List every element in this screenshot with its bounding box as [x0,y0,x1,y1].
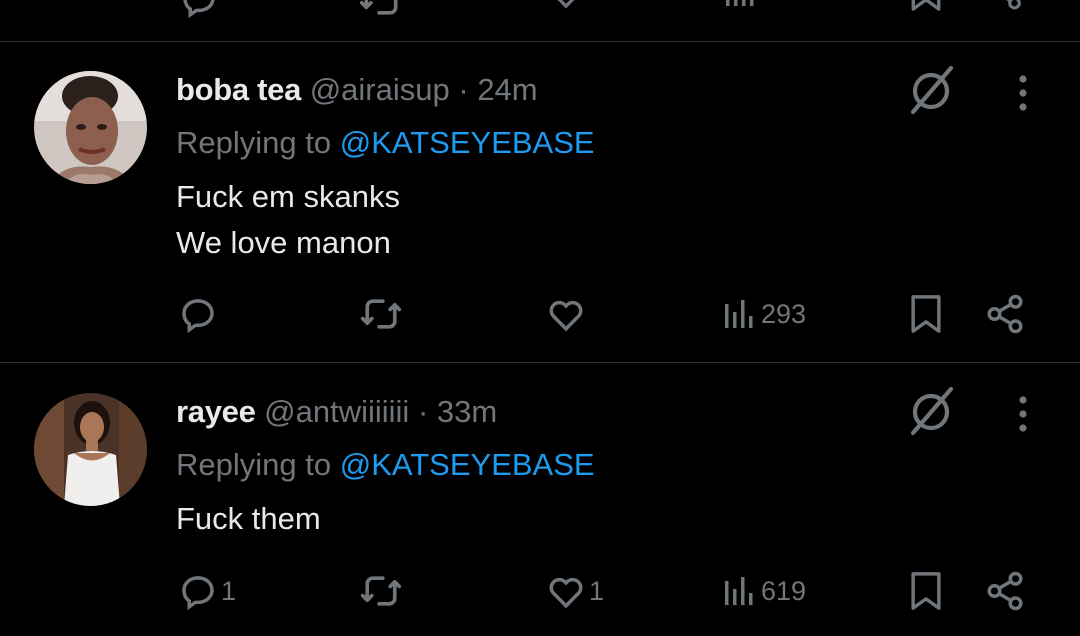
avatar[interactable] [34,393,147,506]
separator-dot: · [458,72,469,107]
separator-dot: · [417,394,429,429]
display-name[interactable]: boba tea [176,72,301,107]
view-count: 619 [761,575,807,606]
tweet-text: Fuck em skanks We love manon [176,174,400,266]
bookmark-icon[interactable] [909,0,943,12]
retweet-icon [360,299,402,329]
user-handle[interactable]: @airaisup [310,72,450,107]
like-button[interactable]: 1 [545,566,604,616]
reply-tweet[interactable]: rayee @antwiiiiiii · 33m Replying to @KA… [0,363,1080,636]
retweet-button[interactable] [357,289,407,339]
timestamp[interactable]: 33m [437,394,497,429]
tweet-text-line: Fuck em skanks [176,179,400,214]
reply-button[interactable] [177,289,221,339]
user-handle[interactable]: @antwiiiiiii [264,394,409,429]
tweet-actions: 1 1 619 [0,566,1080,616]
views-icon [725,577,753,605]
like-icon [549,300,583,332]
share-button[interactable] [984,289,1026,339]
views-button[interactable]: 293 [723,289,806,339]
reply-tweet[interactable]: boba tea @airaisup · 24m Replying to @KA… [0,42,1080,362]
like-count: 1 [589,575,605,606]
avatar[interactable] [34,71,147,184]
like-button[interactable] [545,289,589,339]
reply-icon [182,299,214,334]
more-icon[interactable] [1016,396,1030,432]
like-icon[interactable] [546,0,586,12]
tweet-header: rayee @antwiiiiiii · 33m [176,394,497,430]
tweet-text-line: We love manon [176,225,391,260]
share-icon [987,294,1023,334]
reply-button[interactable]: 1 [177,566,236,616]
replying-to: Replying to @KATSEYEBASE [176,125,595,161]
replying-label: Replying to [176,447,332,482]
views-button[interactable]: 619 [723,566,806,616]
bookmark-icon [911,295,941,333]
reply-icon[interactable] [178,0,220,20]
view-count: 293 [761,298,807,329]
reply-icon [182,576,214,611]
like-icon [549,577,583,609]
bookmark-button[interactable] [908,289,944,339]
replying-to-mention[interactable]: @KATSEYEBASE [340,125,595,160]
retweet-icon[interactable] [359,0,403,22]
tweet-actions: 293 [0,289,1080,339]
replying-label: Replying to [176,125,332,160]
tweet-text: Fuck them [176,496,321,542]
replying-to: Replying to @KATSEYEBASE [176,447,595,483]
replying-to-mention[interactable]: @KATSEYEBASE [340,447,595,482]
views-icon[interactable] [724,0,760,10]
share-icon[interactable] [986,0,1024,12]
retweet-button[interactable] [357,566,407,616]
views-icon [725,300,753,328]
tweet-header: boba tea @airaisup · 24m [176,72,538,108]
share-button[interactable] [984,566,1026,616]
bookmark-icon [911,572,941,610]
display-name[interactable]: rayee [176,394,256,429]
grok-icon[interactable] [905,385,957,437]
reply-count: 1 [221,575,237,606]
more-icon[interactable] [1016,75,1030,111]
grok-icon[interactable] [905,64,957,116]
previous-tweet-action-bar [0,0,1080,41]
timestamp[interactable]: 24m [477,72,537,107]
share-icon [987,571,1023,611]
retweet-icon [360,576,402,606]
tweet-text-line: Fuck them [176,501,321,536]
bookmark-button[interactable] [908,566,944,616]
